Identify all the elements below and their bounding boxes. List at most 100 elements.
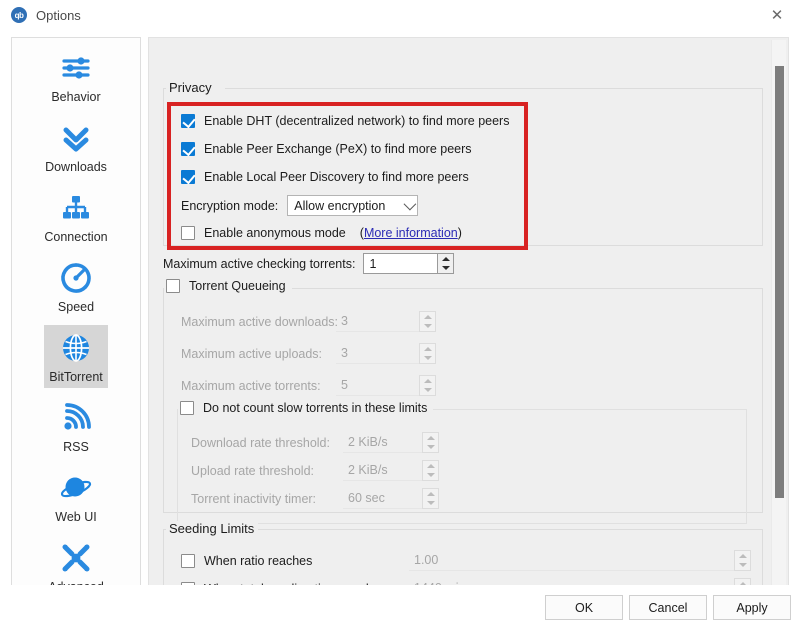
download-rate-threshold-label: Download rate threshold:	[191, 435, 330, 450]
sidebar-item-web-ui[interactable]: Web UI	[12, 458, 140, 528]
window-body: Behavior Downloads Connection Speed BitT…	[0, 30, 800, 633]
spin-buttons	[419, 375, 436, 396]
sidebar-item-speed[interactable]: Speed	[12, 248, 140, 318]
pex-checkbox[interactable]	[181, 142, 195, 156]
spin-up-icon	[423, 461, 438, 471]
upload-rate-threshold-label: Upload rate threshold:	[191, 463, 314, 478]
spin-down-icon	[420, 386, 435, 396]
spin-up-icon[interactable]	[438, 254, 453, 264]
torrent-queueing-row[interactable]: Torrent Queueing	[166, 279, 292, 293]
privacy-group-border	[163, 88, 763, 246]
sidebar-item-label: Web UI	[55, 510, 97, 524]
spin-up-icon	[423, 433, 438, 443]
lpd-label: Enable Local Peer Discovery to find more…	[204, 170, 469, 184]
torrent-inactivity-timer-stepper: 60 sec	[343, 488, 439, 509]
max-checking-stepper[interactable]: 1	[363, 253, 455, 274]
paren-close: )	[457, 226, 462, 240]
sidebar-item-label: RSS	[63, 440, 89, 454]
ratio-limit-label: When ratio reaches	[204, 553, 313, 568]
seeding-limits-title: Seeding Limits	[166, 521, 259, 536]
sidebar-item-bittorrent[interactable]: BitTorrent	[12, 318, 140, 388]
sidebar-item-behavior[interactable]: Behavior	[12, 38, 140, 108]
title-bar: qb Options ✕	[0, 0, 800, 30]
spin-down-icon	[423, 499, 438, 509]
sidebar-item-label: Speed	[57, 300, 95, 314]
max-active-uploads-stepper: 3	[336, 343, 436, 364]
sidebar-item-downloads[interactable]: Downloads	[12, 108, 140, 178]
anonymous-mode-label: Enable anonymous mode	[204, 226, 346, 240]
slow-torrents-label: Do not count slow torrents in these limi…	[203, 401, 428, 415]
max-checking-value[interactable]: 1	[363, 253, 438, 274]
ok-button[interactable]: OK	[545, 595, 623, 620]
max-active-torrents-label: Maximum active torrents:	[181, 378, 321, 393]
sidebar-item-label: Connection	[44, 230, 108, 244]
encryption-mode-value: Allow encryption	[294, 198, 386, 213]
cancel-button[interactable]: Cancel	[629, 595, 707, 620]
lpd-row[interactable]: Enable Local Peer Discovery to find more…	[181, 170, 469, 184]
download-rate-threshold-row: Download rate threshold: 2 KiB/s	[191, 432, 439, 453]
slow-torrents-checkbox[interactable]	[180, 401, 194, 415]
anonymous-row[interactable]: Enable anonymous mode ( More information…	[181, 226, 462, 240]
max-checking-spin-buttons[interactable]	[437, 253, 455, 274]
torrent-inactivity-timer-row: Torrent inactivity timer: 60 sec	[191, 488, 439, 509]
dht-checkbox[interactable]	[181, 114, 195, 128]
apply-button[interactable]: Apply	[713, 595, 791, 620]
max-active-downloads-label: Maximum active downloads:	[181, 314, 339, 329]
network-icon	[57, 189, 95, 227]
sidebar: Behavior Downloads Connection Speed BitT…	[11, 37, 141, 627]
encryption-label: Encryption mode:	[181, 198, 279, 213]
spin-down-icon	[735, 561, 750, 571]
max-active-uploads-label: Maximum active uploads:	[181, 346, 323, 361]
sliders-icon	[57, 49, 95, 87]
max-active-torrents-value: 5	[336, 375, 419, 396]
close-icon[interactable]: ✕	[754, 0, 800, 30]
sidebar-item-label: Downloads	[45, 160, 107, 174]
speedometer-icon	[57, 259, 95, 297]
app-logo-icon: qb	[11, 7, 27, 23]
max-checking-row[interactable]: Maximum active checking torrents: 1	[163, 253, 455, 274]
ratio-limit-checkbox[interactable]	[181, 553, 195, 568]
torrent-queueing-checkbox[interactable]	[166, 279, 180, 293]
encryption-row[interactable]: Encryption mode: Allow encryption	[181, 195, 419, 216]
torrent-queueing-label: Torrent Queueing	[189, 279, 286, 293]
download-rate-threshold-value: 2 KiB/s	[343, 432, 422, 453]
spin-up-icon	[420, 376, 435, 386]
sidebar-item-label: Behavior	[51, 90, 101, 104]
max-active-torrents-stepper: 5	[336, 375, 436, 396]
ratio-limit-row[interactable]: When ratio reaches 1.00	[181, 550, 751, 571]
spin-up-icon	[420, 344, 435, 354]
dialog-footer: OK Cancel Apply	[0, 585, 800, 633]
window-title: Options	[36, 7, 81, 23]
slow-torrents-row[interactable]: Do not count slow torrents in these limi…	[180, 401, 434, 415]
spin-down-icon[interactable]	[438, 264, 453, 274]
pex-row[interactable]: Enable Peer Exchange (PeX) to find more …	[181, 142, 472, 156]
dht-row[interactable]: Enable DHT (decentralized network) to fi…	[181, 114, 509, 128]
max-active-downloads-row: Maximum active downloads: 3	[181, 311, 436, 332]
encryption-mode-select[interactable]: Allow encryption	[287, 195, 419, 216]
tools-icon	[57, 539, 95, 577]
more-information-link[interactable]: More information	[364, 226, 458, 240]
spin-buttons	[422, 488, 439, 509]
lpd-checkbox[interactable]	[181, 170, 195, 184]
sidebar-item-rss[interactable]: RSS	[12, 388, 140, 458]
spin-buttons	[422, 432, 439, 453]
spin-buttons	[422, 460, 439, 481]
spin-buttons	[419, 343, 436, 364]
scrollbar-thumb[interactable]	[775, 66, 784, 498]
max-active-torrents-row: Maximum active torrents: 5	[181, 375, 436, 396]
spin-buttons	[734, 550, 751, 571]
chevron-down-icon	[403, 197, 417, 211]
slow-border-top-right	[425, 409, 747, 410]
anonymous-mode-checkbox[interactable]	[181, 226, 195, 240]
torrent-inactivity-timer-label: Torrent inactivity timer:	[191, 491, 317, 506]
spin-down-icon	[423, 443, 438, 453]
ratio-limit-stepper: 1.00	[409, 550, 751, 571]
spin-down-icon	[420, 354, 435, 364]
max-active-uploads-row: Maximum active uploads: 3	[181, 343, 436, 364]
vertical-scrollbar[interactable]	[771, 40, 786, 614]
pex-label: Enable Peer Exchange (PeX) to find more …	[204, 142, 472, 156]
planet-icon	[57, 469, 95, 507]
sidebar-item-connection[interactable]: Connection	[12, 178, 140, 248]
spin-buttons	[419, 311, 436, 332]
rss-icon	[57, 399, 95, 437]
